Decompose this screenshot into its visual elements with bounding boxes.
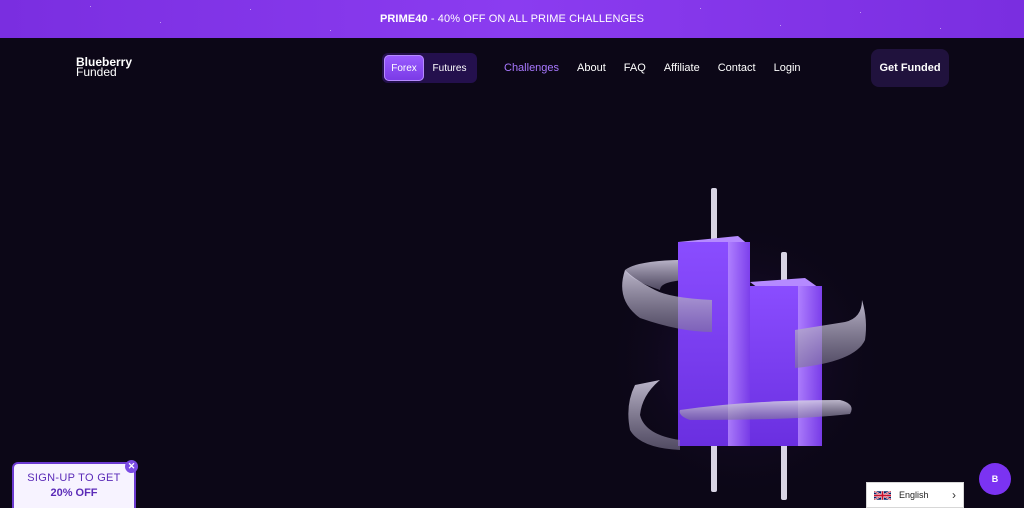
signup-discount-popup[interactable]: SIGN-UP TO GET 20% OFF	[12, 462, 136, 508]
get-funded-button[interactable]: Get Funded	[871, 49, 949, 87]
nav-links: Challenges About FAQ Affiliate Contact L…	[504, 62, 801, 74]
nav-link-login[interactable]: Login	[774, 62, 801, 74]
chat-widget-label: B	[991, 474, 999, 484]
toggle-forex[interactable]: Forex	[384, 55, 424, 81]
language-label: English	[899, 490, 929, 500]
nav-link-challenges[interactable]: Challenges	[504, 62, 559, 74]
top-nav: Blueberry Funded Forex Futures Challenge…	[0, 38, 1024, 100]
close-icon[interactable]: ✕	[125, 460, 138, 473]
toggle-futures[interactable]: Futures	[424, 55, 475, 81]
promo-banner[interactable]: PRIME40 - 40% OFF ON ALL PRIME CHALLENGE…	[0, 0, 1024, 38]
nav-link-affiliate[interactable]: Affiliate	[664, 62, 700, 74]
nav-link-contact[interactable]: Contact	[718, 62, 756, 74]
nav-link-faq[interactable]: FAQ	[624, 62, 646, 74]
promo-text: PRIME40 - 40% OFF ON ALL PRIME CHALLENGE…	[380, 13, 644, 25]
chat-widget-button[interactable]: B	[979, 463, 1011, 495]
uk-flag-icon	[874, 489, 891, 501]
candle-wick-top-right	[781, 252, 787, 282]
market-toggle: Forex Futures	[382, 53, 477, 83]
brand-logo[interactable]: Blueberry Funded	[76, 56, 132, 78]
language-selector[interactable]: English ›	[866, 482, 964, 508]
candle-wick-bottom-right	[781, 442, 787, 500]
promo-description: - 40% OFF ON ALL PRIME CHALLENGES	[427, 13, 645, 25]
chevron-right-icon: ›	[952, 488, 956, 502]
signup-popup-line-1: SIGN-UP TO GET	[27, 472, 121, 484]
signup-popup-line-2: 20% OFF	[50, 487, 98, 499]
promo-code: PRIME40	[379, 13, 428, 25]
nav-link-about[interactable]: About	[577, 62, 606, 74]
candlestick-illustration	[605, 188, 885, 500]
candle-wick-bottom-left	[711, 442, 717, 492]
